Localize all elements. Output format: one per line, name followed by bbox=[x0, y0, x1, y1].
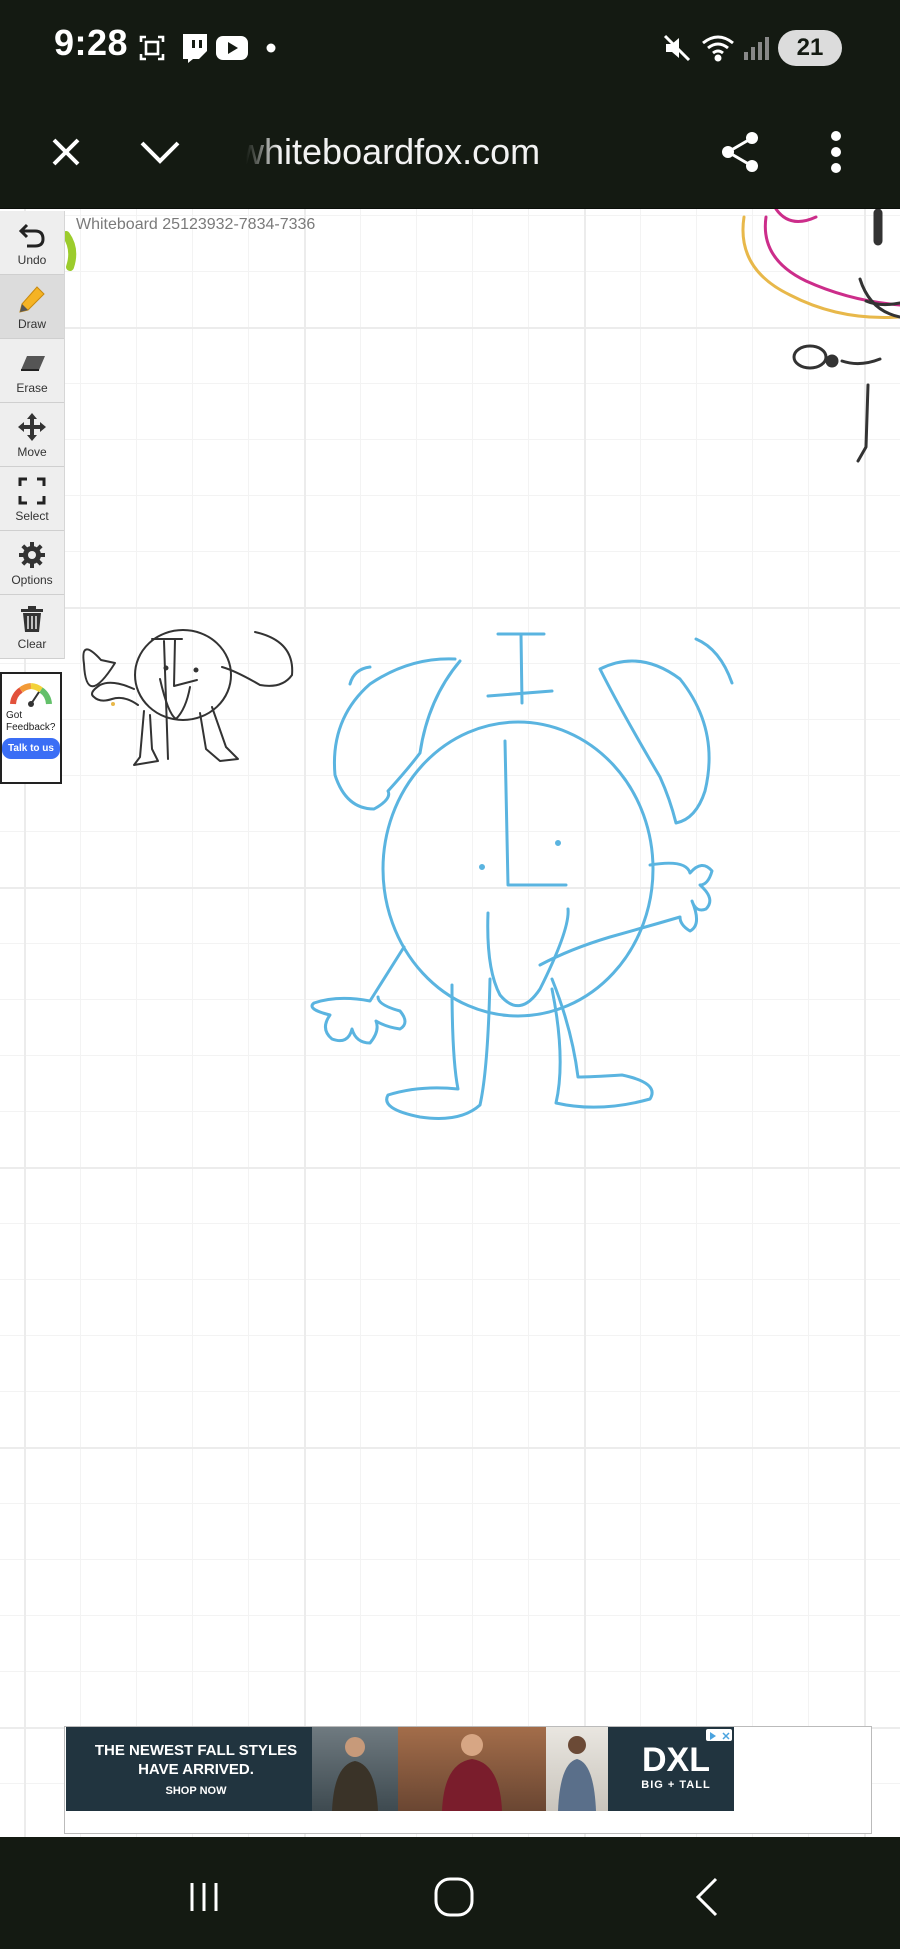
ad-photo-1 bbox=[312, 1727, 398, 1811]
feedback-widget[interactable]: Got Feedback? Talk to us bbox=[0, 672, 62, 784]
options-label: Options bbox=[11, 573, 53, 587]
close-icon[interactable] bbox=[36, 122, 96, 182]
move-button[interactable]: Move bbox=[0, 403, 64, 467]
ad-brand: DXL bbox=[642, 1741, 710, 1779]
move-icon bbox=[18, 413, 46, 441]
talk-to-us-button[interactable]: Talk to us bbox=[2, 738, 60, 759]
select-label: Select bbox=[15, 509, 49, 523]
status-time: 9:28 bbox=[54, 22, 129, 63]
green-stroke bbox=[62, 231, 77, 271]
feedback-text: Got Feedback? bbox=[6, 710, 56, 733]
recents-icon[interactable] bbox=[174, 1867, 234, 1927]
ad-cta[interactable]: SHOP NOW bbox=[82, 1785, 310, 1797]
whiteboard-drawing bbox=[62, 209, 900, 1120]
home-icon[interactable] bbox=[424, 1867, 484, 1927]
notification-dot-icon bbox=[262, 28, 280, 68]
partial-character-top-right bbox=[741, 209, 900, 463]
browser-toolbar: whiteboardfox.com bbox=[0, 96, 900, 211]
undo-label: Undo bbox=[17, 253, 47, 267]
draw-button[interactable]: Draw bbox=[0, 275, 64, 339]
wifi-icon bbox=[698, 28, 738, 68]
twitch-icon bbox=[178, 28, 210, 68]
small-clock-character bbox=[82, 629, 294, 766]
options-button[interactable]: Options bbox=[0, 531, 64, 595]
mute-icon bbox=[660, 28, 694, 68]
ad-photo-3 bbox=[546, 1727, 608, 1811]
status-bar: 9:28 21 bbox=[0, 0, 900, 96]
ad-headline: THE NEWEST FALL STYLES HAVE ARRIVED. bbox=[94, 1742, 298, 1778]
ad-banner[interactable]: THE NEWEST FALL STYLES HAVE ARRIVED. SHO… bbox=[66, 1727, 734, 1811]
undo-button[interactable]: Undo bbox=[0, 211, 64, 275]
pencil-icon bbox=[19, 286, 45, 313]
gauge-icon bbox=[10, 683, 52, 707]
select-button[interactable]: Select bbox=[0, 467, 64, 531]
select-icon bbox=[18, 477, 46, 505]
erase-button[interactable]: Erase bbox=[0, 339, 64, 403]
ad-photo-2 bbox=[398, 1727, 546, 1811]
eraser-icon bbox=[21, 356, 45, 371]
whiteboard-title: Whiteboard 25123932-7834-7336 bbox=[76, 216, 316, 233]
tool-sidebar: Undo Draw Erase Move Select Options Clea… bbox=[0, 211, 65, 659]
screenshot-icon bbox=[136, 28, 168, 68]
system-nav-bar bbox=[0, 1837, 900, 1949]
gear-icon bbox=[19, 542, 45, 568]
back-icon[interactable] bbox=[676, 1867, 736, 1927]
url-text: whiteboardfox.com bbox=[246, 131, 541, 172]
url-fade bbox=[246, 126, 280, 178]
battery-indicator: 21 bbox=[778, 30, 842, 66]
erase-label: Erase bbox=[16, 381, 48, 395]
url-field[interactable]: whiteboardfox.com bbox=[246, 124, 576, 180]
move-label: Move bbox=[17, 445, 47, 459]
share-icon[interactable] bbox=[710, 122, 770, 182]
youtube-icon bbox=[214, 28, 250, 68]
clear-button[interactable]: Clear bbox=[0, 595, 64, 659]
ad-brand-subtitle: BIG + TALL bbox=[641, 1779, 711, 1791]
chevron-down-icon[interactable] bbox=[130, 122, 190, 182]
undo-icon bbox=[18, 223, 45, 248]
signal-icon bbox=[740, 28, 772, 68]
clear-label: Clear bbox=[17, 637, 47, 651]
draw-label: Draw bbox=[17, 317, 46, 331]
big-clock-character bbox=[310, 632, 734, 1120]
trash-icon bbox=[21, 606, 43, 632]
more-vert-icon[interactable] bbox=[806, 122, 866, 182]
ad-choices-icon[interactable] bbox=[706, 1729, 732, 1741]
